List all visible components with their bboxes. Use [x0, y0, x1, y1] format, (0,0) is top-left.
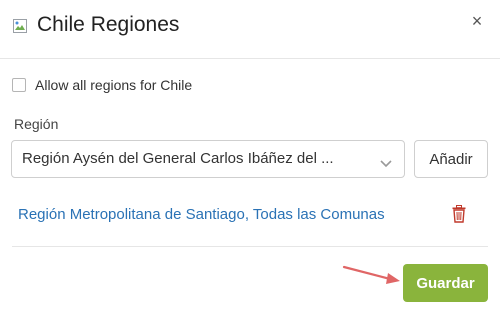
annotation-arrow-icon	[340, 262, 404, 286]
chevron-down-icon	[380, 155, 392, 168]
chile-regions-modal: Chile Regiones × Allow all regions for C…	[0, 0, 500, 314]
close-icon[interactable]: ×	[468, 12, 486, 30]
allow-all-regions-row[interactable]: Allow all regions for Chile	[12, 76, 192, 94]
save-button[interactable]: Guardar	[403, 264, 488, 302]
add-region-button[interactable]: Añadir	[414, 140, 488, 178]
footer-divider	[12, 246, 488, 247]
modal-title: Chile Regiones	[37, 13, 180, 36]
allow-all-label: Allow all regions for Chile	[35, 77, 193, 93]
region-field-label: Región	[14, 116, 59, 132]
trash-icon[interactable]	[452, 205, 466, 223]
region-select-value: Región Aysén del General Carlos Ibáñez d…	[22, 150, 334, 167]
allow-all-checkbox[interactable]	[12, 78, 26, 92]
region-select[interactable]: Región Aysén del General Carlos Ibáñez d…	[11, 140, 405, 178]
broken-image-icon	[12, 18, 28, 34]
selected-region-item[interactable]: Región Metropolitana de Santiago, Todas …	[18, 206, 385, 223]
modal-header: Chile Regiones ×	[0, 0, 500, 59]
